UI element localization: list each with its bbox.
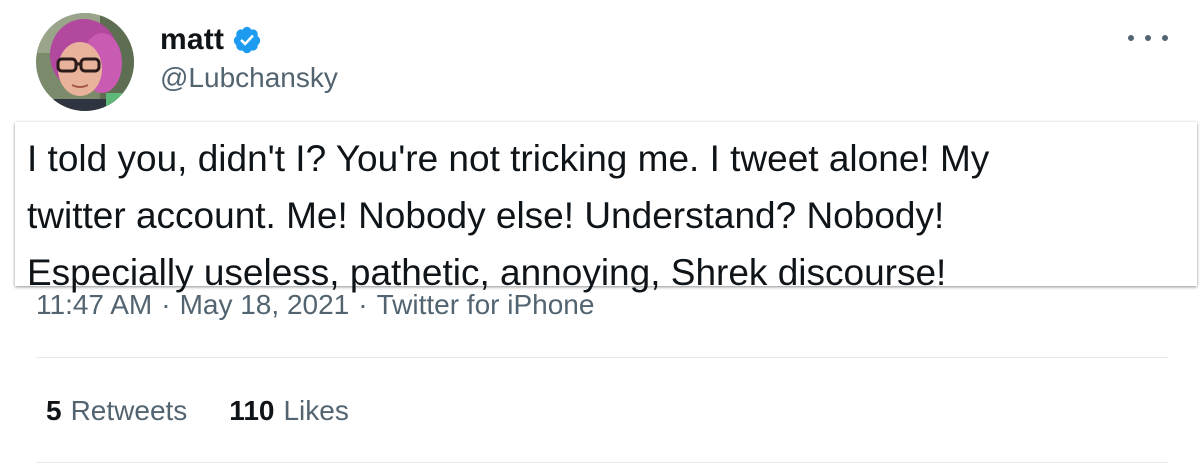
author-handle[interactable]: @Lubchansky <box>160 62 338 94</box>
display-name[interactable]: matt <box>160 23 224 57</box>
tweet-time[interactable]: 11:47 AM <box>36 289 152 321</box>
meta-separator: · <box>358 289 368 320</box>
retweets-count: 5 <box>46 395 62 426</box>
tweet-page: matt @Lubchansky I told you, didn't I? Y… <box>0 0 1200 465</box>
more-dot <box>1145 35 1151 41</box>
verified-badge-icon <box>234 26 261 54</box>
avatar-image <box>36 13 134 111</box>
retweets-label: Retweets <box>70 395 188 426</box>
more-dot <box>1162 35 1168 41</box>
more-dot <box>1128 35 1134 41</box>
avatar[interactable] <box>36 13 134 111</box>
tweet-source[interactable]: Twitter for iPhone <box>377 289 595 321</box>
divider <box>36 357 1168 358</box>
likes-count: 110 <box>229 395 275 426</box>
tweet-text-box: I told you, didn't I? You're not trickin… <box>15 122 1197 293</box>
likes-stat[interactable]: 110 Likes <box>229 395 349 427</box>
meta-separator: · <box>161 289 171 320</box>
tweet-stats: 5 Retweets 110 Likes <box>46 395 349 427</box>
likes-label: Likes <box>283 395 349 426</box>
tweet-date[interactable]: May 18, 2021 <box>180 289 350 321</box>
tweet-meta: 11:47 AM · May 18, 2021 · Twitter for iP… <box>36 289 594 321</box>
more-horizontal-icon[interactable] <box>1128 28 1168 48</box>
divider <box>36 462 1168 463</box>
author-name-row: matt <box>160 20 262 60</box>
retweets-stat[interactable]: 5 Retweets <box>46 395 187 427</box>
tweet-text: I told you, didn't I? You're not trickin… <box>27 138 990 293</box>
